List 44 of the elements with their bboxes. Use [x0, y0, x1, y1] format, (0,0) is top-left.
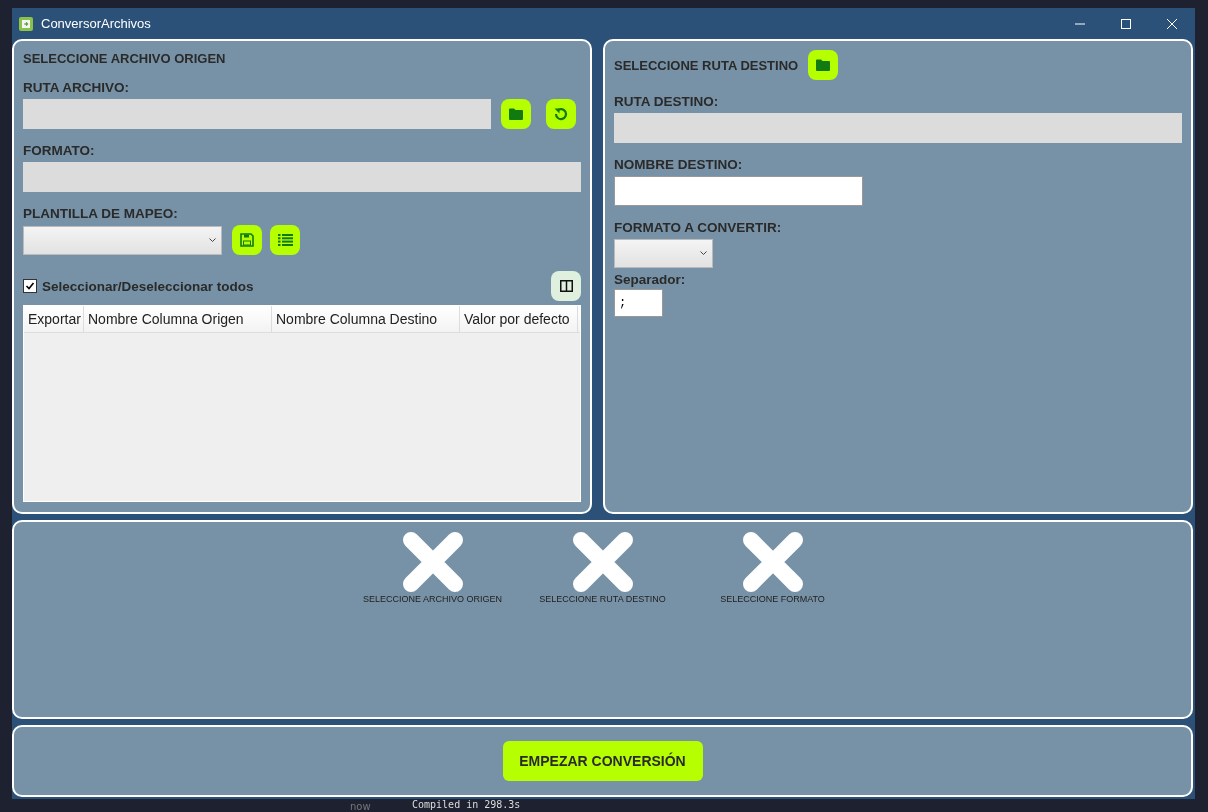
separator-field[interactable]: ; [614, 289, 663, 317]
column-header[interactable]: Nombre Columna Destino [272, 306, 460, 332]
field-label: PLANTILLA DE MAPEO: [23, 206, 179, 221]
column-header[interactable]: Exportar [24, 306, 84, 332]
start-conversion-button[interactable]: EMPEZAR CONVERSIÓN [502, 741, 703, 781]
template-dropdown[interactable] [23, 225, 222, 255]
reload-icon [554, 107, 568, 121]
browse-button[interactable] [501, 99, 531, 129]
columns-icon [559, 280, 573, 292]
save-button[interactable] [232, 225, 262, 255]
field-label: FORMATO: [23, 143, 96, 158]
section-heading: SELECCIONE RUTA DESTINO [614, 57, 799, 73]
status-label: SELECCIONE RUTA DESTINO [539, 594, 666, 604]
field-label: RUTA DESTINO: [614, 94, 719, 109]
maximize-icon[interactable] [1121, 18, 1131, 29]
list-icon [277, 234, 293, 246]
folder-icon [816, 59, 831, 71]
columns-button[interactable] [551, 271, 581, 301]
column-header[interactable]: Nombre Columna Origen [84, 306, 272, 332]
app-icon [19, 16, 33, 31]
field-label: NOMBRE DESTINO: [614, 157, 743, 172]
field-label: FORMATO A CONVERTIR: [614, 220, 782, 235]
reload-button[interactable] [546, 99, 576, 129]
section-heading: SELECCIONE ARCHIVO ORIGEN [23, 51, 227, 66]
file-path-field[interactable] [23, 99, 491, 129]
format-field[interactable] [23, 162, 581, 192]
folder-icon [509, 108, 523, 120]
field-label: Separador: [614, 272, 686, 287]
status-label: SELECCIONE FORMATO [720, 594, 825, 604]
column-header[interactable]: Valor por defecto [460, 306, 578, 332]
close-icon[interactable] [1167, 18, 1177, 29]
checkbox-label: Seleccionar/Deseleccionar todos [42, 278, 254, 294]
list-button[interactable] [270, 225, 300, 255]
file-name-field[interactable] [614, 176, 863, 206]
browse-button[interactable] [808, 50, 839, 80]
window-title: ConversorArchivos [41, 16, 151, 31]
chevron-icon [209, 237, 216, 243]
timestamp: now [350, 801, 371, 812]
chevron-icon [700, 251, 707, 256]
field-label: RUTA ARCHIVO: [23, 80, 130, 95]
destination-path-field[interactable] [614, 113, 1182, 143]
select-all-checkbox[interactable] [23, 279, 37, 293]
terminal-output: Compiled in 298.3s [412, 799, 521, 810]
status-label: SELECCIONE ARCHIVO ORIGEN [363, 594, 502, 604]
